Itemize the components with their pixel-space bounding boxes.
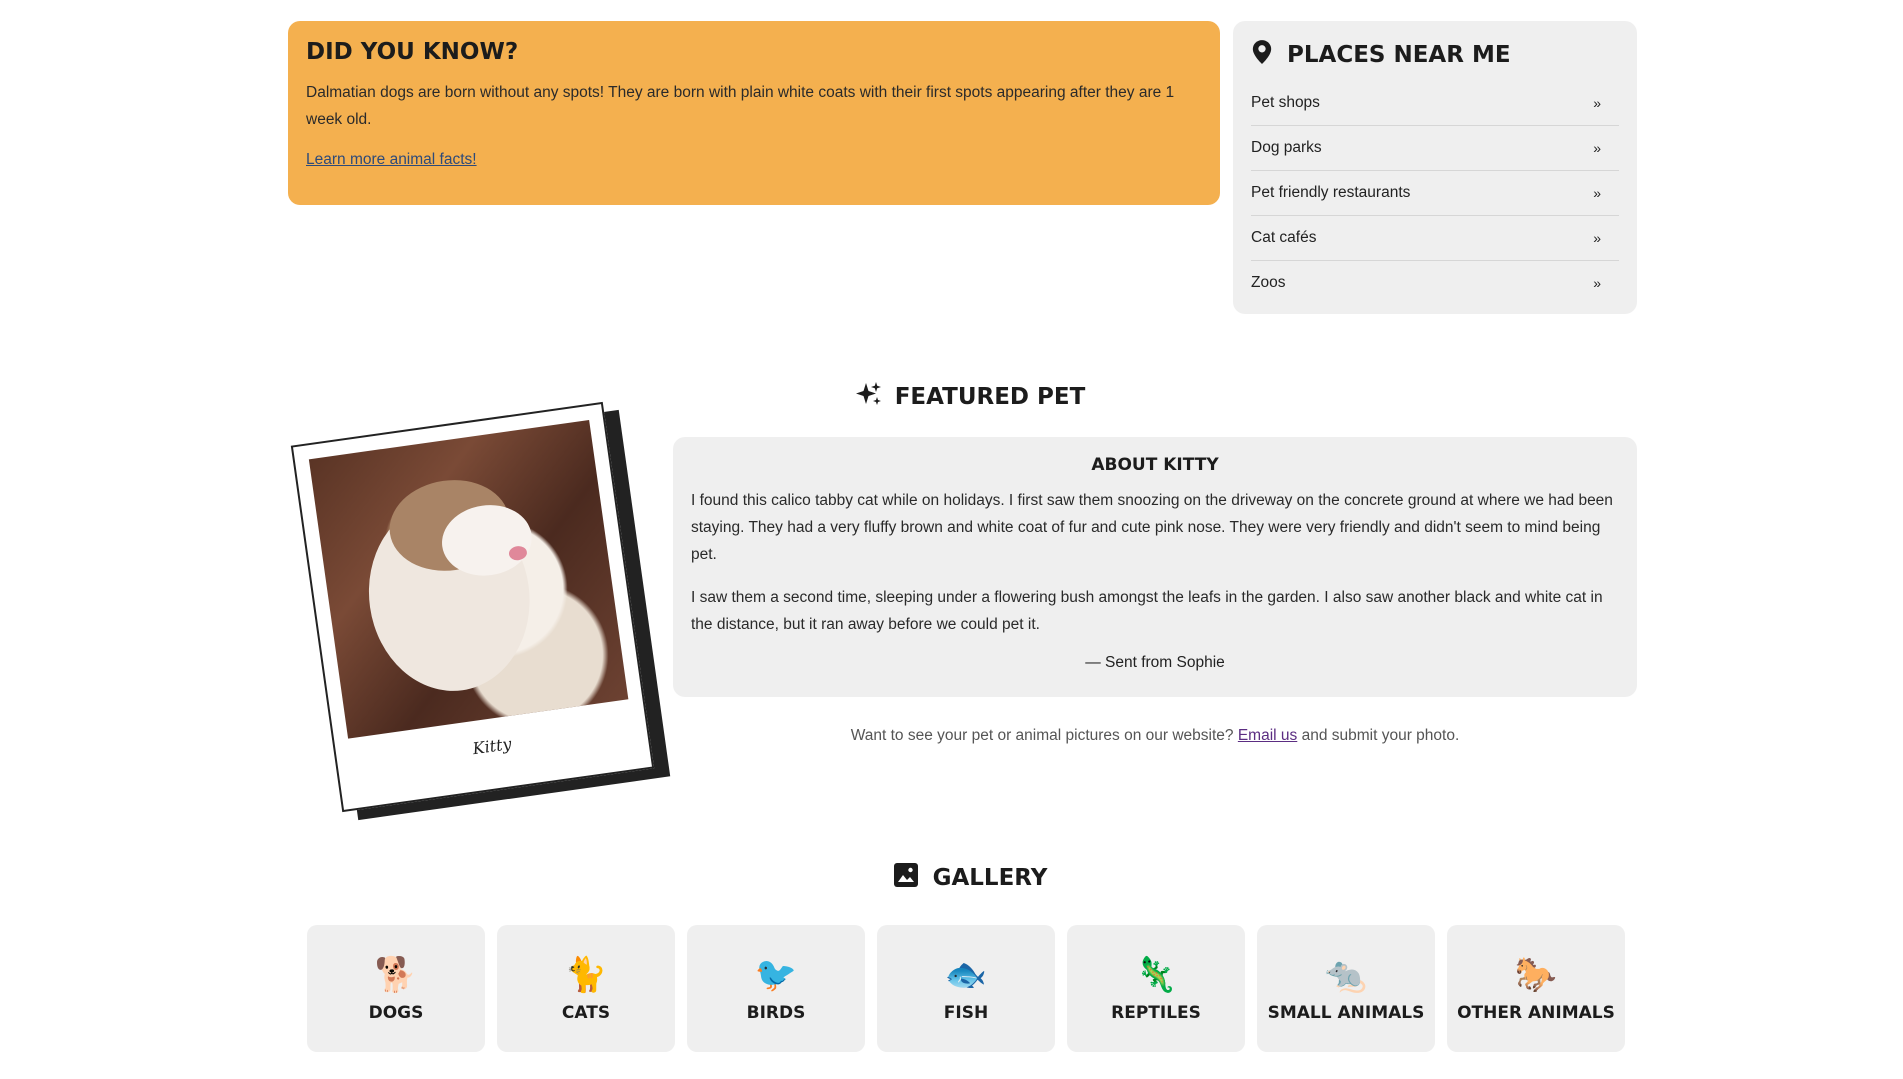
chevron-right-icon: » (1593, 230, 1601, 246)
category-card-small-animals[interactable]: 🐀 SMALL ANIMALS (1257, 925, 1435, 1052)
category-card-reptiles[interactable]: 🦎 REPTILES (1067, 925, 1245, 1052)
gallery-heading: GALLERY (0, 862, 1903, 894)
place-label: Dog parks (1251, 139, 1322, 156)
rat-icon: 🐀 (1324, 954, 1368, 995)
sparkles-icon (855, 380, 883, 414)
category-card-fish[interactable]: 🐟 FISH (877, 925, 1055, 1052)
place-item-dog-parks[interactable]: Dog parks » (1251, 126, 1619, 171)
category-card-birds[interactable]: 🐦 BIRDS (687, 925, 865, 1052)
place-item-zoos[interactable]: Zoos » (1251, 261, 1619, 305)
did-you-know-text: Dalmatian dogs are born without any spot… (306, 84, 1175, 128)
category-label: OTHER ANIMALS (1457, 1002, 1615, 1023)
did-you-know-panel: DID YOU KNOW? Dalmatian dogs are born wi… (288, 21, 1220, 205)
horse-icon: 🐎 (1514, 954, 1558, 995)
did-you-know-title: DID YOU KNOW? (306, 39, 519, 65)
category-card-dogs[interactable]: 🐕 DOGS (307, 925, 485, 1052)
category-label: CATS (561, 1002, 611, 1023)
submit-photo-note: Want to see your pet or animal pictures … (673, 727, 1637, 745)
places-list: Pet shops » Dog parks » Pet friendly resta… (1251, 81, 1619, 305)
lizard-icon: 🦎 (1134, 954, 1178, 995)
fish-icon: 🐟 (944, 954, 988, 995)
gallery-title: GALLERY (932, 865, 1048, 891)
category-card-other-animals[interactable]: 🐎 OTHER ANIMALS (1447, 925, 1625, 1052)
about-pet-panel: ABOUT KITTY I found this calico tabby ca… (673, 437, 1637, 697)
gallery-categories: 🐕 DOGS 🐈 CATS 🐦 BIRDS 🐟 FISH 🦎 REPTILES … (307, 925, 1625, 1052)
cat-icon: 🐈 (564, 954, 608, 995)
place-item-restaurants[interactable]: Pet friendly restaurants » (1251, 171, 1619, 216)
place-item-pet-shops[interactable]: Pet shops » (1251, 81, 1619, 126)
places-title-row: PLACES NEAR ME (1251, 39, 1619, 71)
category-label: DOGS (368, 1002, 424, 1023)
category-label: FISH (943, 1002, 989, 1023)
featured-pet-heading: FEATURED PET (0, 380, 1903, 414)
bird-icon: 🐦 (754, 954, 798, 995)
place-label: Pet friendly restaurants (1251, 184, 1411, 201)
image-icon (893, 862, 919, 894)
featured-pet-title: FEATURED PET (894, 384, 1086, 410)
pet-polaroid: Kitty (290, 401, 655, 813)
submit-text-before: Want to see your pet or animal pictures … (850, 727, 1234, 744)
chevron-right-icon: » (1593, 95, 1601, 111)
dog-icon: 🐕 (374, 954, 418, 995)
chevron-right-icon: » (1593, 140, 1601, 156)
places-title: PLACES NEAR ME (1287, 42, 1511, 68)
places-near-me-panel: PLACES NEAR ME Pet shops » Dog parks » Pet… (1233, 21, 1637, 314)
about-paragraph-1: I found this calico tabby cat while on h… (691, 492, 1613, 563)
location-pin-icon (1251, 39, 1273, 71)
category-label: SMALL ANIMALS (1267, 1002, 1425, 1023)
email-us-link[interactable]: Email us (1238, 727, 1297, 744)
place-label: Zoos (1251, 274, 1286, 291)
place-label: Pet shops (1251, 94, 1320, 111)
submit-text-after: and submit your photo. (1301, 727, 1460, 744)
chevron-right-icon: » (1593, 185, 1601, 201)
category-label: BIRDS (746, 1002, 806, 1023)
pet-photo (308, 419, 629, 739)
signature: — Sent from Sophie (1085, 654, 1225, 671)
chevron-right-icon: » (1593, 275, 1601, 291)
category-card-cats[interactable]: 🐈 CATS (497, 925, 675, 1052)
about-paragraph-2: I saw them a second time, sleeping under… (691, 589, 1603, 633)
place-item-cat-cafes[interactable]: Cat cafés » (1251, 216, 1619, 261)
place-label: Cat cafés (1251, 229, 1317, 246)
about-pet-title: ABOUT KITTY (1091, 455, 1219, 475)
learn-more-link[interactable]: Learn more animal facts! (306, 151, 477, 168)
category-label: REPTILES (1111, 1002, 1201, 1023)
